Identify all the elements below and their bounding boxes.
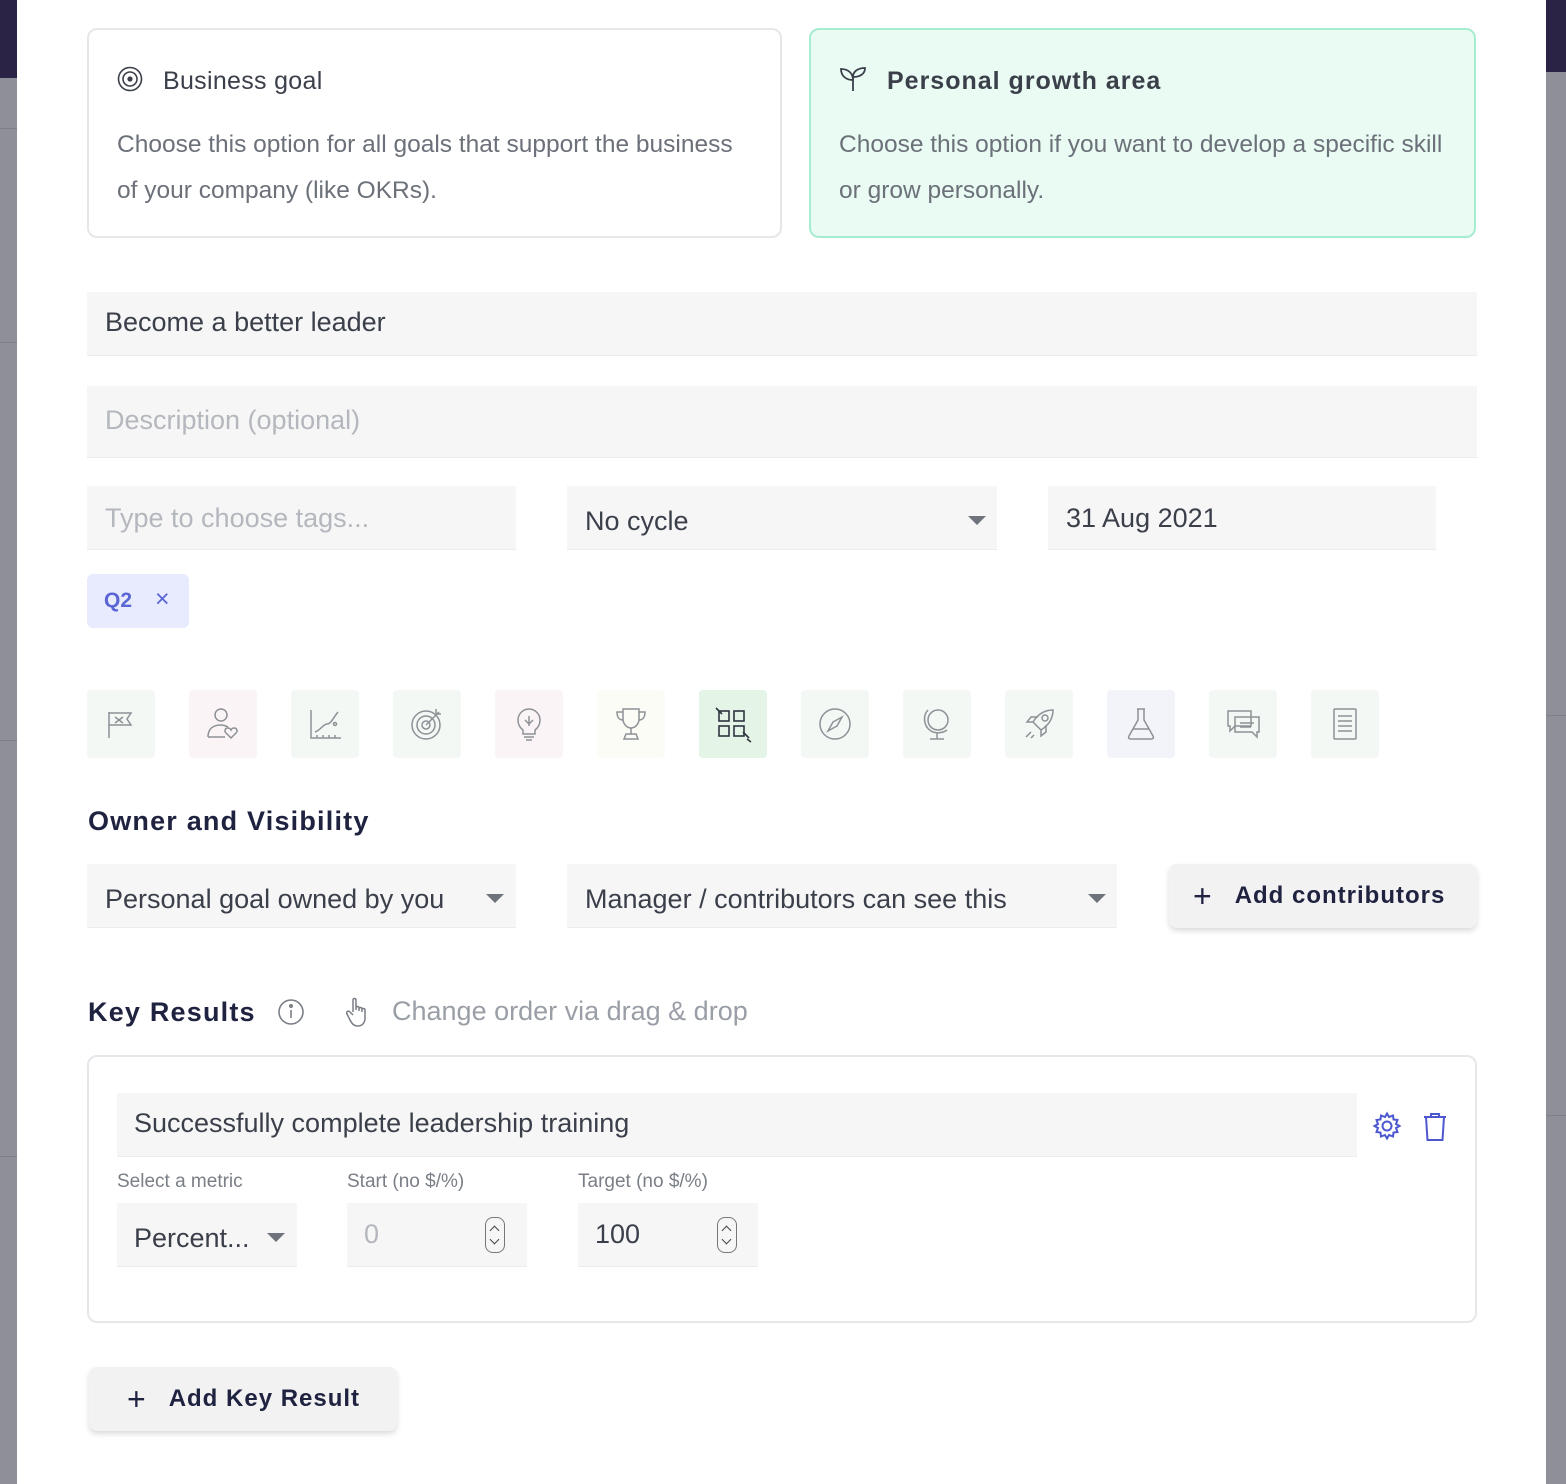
cycle-value: No cycle [585, 506, 689, 536]
rocket-icon[interactable] [1005, 690, 1073, 758]
tag-chip-label: Q2 [104, 589, 133, 612]
plus-icon: + [1193, 877, 1213, 914]
key-result-title-input[interactable]: Successfully complete leadership trainin… [117, 1093, 1357, 1157]
drag-drop-hint: Change order via drag & drop [392, 996, 748, 1026]
sprout-icon [839, 66, 867, 97]
background-topbar [0, 0, 17, 78]
description-input[interactable]: Description (optional) [87, 386, 1477, 458]
background-app-left [0, 0, 17, 1484]
metric-select[interactable]: Percent... [117, 1203, 297, 1267]
background-divider [0, 128, 17, 129]
plus-icon: + [127, 1380, 147, 1417]
description-placeholder: Description (optional) [105, 405, 361, 435]
gear-icon[interactable] [1372, 1111, 1402, 1146]
chevron-down-icon [968, 516, 986, 525]
globe-icon[interactable] [903, 690, 971, 758]
target-label: Target (no $/%) [578, 1171, 708, 1192]
business-goal-description: Choose this option for all goals that su… [117, 131, 733, 204]
start-placeholder: 0 [364, 1219, 380, 1249]
background-topbar [1546, 0, 1566, 72]
goal-title-value: Become a better leader [105, 307, 386, 337]
target-arrow-icon[interactable] [393, 690, 461, 758]
background-divider [1546, 1115, 1566, 1116]
tags-input[interactable]: Type to choose tags... [87, 486, 516, 550]
start-value-input[interactable]: 0 [347, 1203, 527, 1267]
owner-value: Personal goal owned by you [105, 884, 445, 914]
create-goal-modal: Business goal Choose this option for all… [17, 0, 1546, 1484]
person-heart-icon[interactable] [189, 690, 257, 758]
metric-label: Select a metric [117, 1171, 243, 1192]
tags-placeholder: Type to choose tags... [105, 503, 370, 533]
owner-visibility-heading: Owner and Visibility [88, 806, 370, 836]
goal-title-input[interactable]: Become a better leader [87, 292, 1477, 356]
add-key-result-button[interactable]: + Add Key Result [89, 1367, 397, 1431]
flask-icon[interactable] [1107, 690, 1175, 758]
chevron-down-icon [486, 894, 504, 903]
background-app-right [1546, 0, 1566, 1484]
lightbulb-icon[interactable] [495, 690, 563, 758]
target-icon [117, 66, 143, 97]
background-divider [0, 1156, 17, 1157]
key-result-title-value: Successfully complete leadership trainin… [134, 1108, 630, 1138]
chevron-down-icon [1088, 894, 1106, 903]
business-goal-option[interactable]: Business goal Choose this option for all… [87, 28, 782, 238]
due-date-input[interactable]: 31 Aug 2021 [1048, 486, 1436, 550]
document-icon[interactable] [1311, 690, 1379, 758]
stepper-icon[interactable] [485, 1217, 505, 1253]
cycle-select[interactable]: No cycle [567, 486, 997, 550]
target-value-input[interactable]: 100 [578, 1203, 758, 1267]
chevron-down-icon [267, 1233, 285, 1242]
start-label: Start (no $/%) [347, 1171, 465, 1192]
visibility-value: Manager / contributors can see this [585, 884, 1007, 914]
add-contributors-label: Add contributors [1234, 882, 1446, 909]
tag-chip: Q2 × [87, 574, 189, 628]
key-result-card: Successfully complete leadership trainin… [87, 1055, 1477, 1323]
owner-select[interactable]: Personal goal owned by you [87, 864, 516, 928]
trophy-icon[interactable] [597, 690, 665, 758]
puzzle-icon[interactable] [699, 690, 767, 758]
flag-icon[interactable] [87, 690, 155, 758]
chart-icon[interactable] [291, 690, 359, 758]
drag-hand-icon [343, 996, 373, 1033]
chat-icon[interactable] [1209, 690, 1277, 758]
key-results-heading: Key Results [88, 997, 256, 1027]
add-key-result-label: Add Key Result [168, 1385, 361, 1412]
personal-growth-option[interactable]: Personal growth area Choose this option … [809, 28, 1476, 238]
background-divider [0, 740, 17, 741]
trash-icon[interactable] [1422, 1111, 1448, 1148]
compass-icon[interactable] [801, 690, 869, 758]
personal-growth-description: Choose this option if you want to develo… [839, 131, 1443, 204]
stepper-icon[interactable] [717, 1217, 737, 1253]
background-divider [1546, 715, 1566, 716]
background-divider [0, 342, 17, 343]
add-contributors-button[interactable]: + Add contributors [1169, 864, 1477, 928]
info-icon[interactable] [277, 998, 305, 1031]
remove-tag-icon[interactable]: × [155, 585, 170, 614]
visibility-select[interactable]: Manager / contributors can see this [567, 864, 1117, 928]
metric-value: Percent... [134, 1223, 250, 1253]
target-value: 100 [595, 1219, 641, 1249]
due-date-value: 31 Aug 2021 [1066, 503, 1218, 533]
personal-growth-title: Personal growth area [887, 67, 1162, 95]
business-goal-title: Business goal [163, 67, 323, 95]
